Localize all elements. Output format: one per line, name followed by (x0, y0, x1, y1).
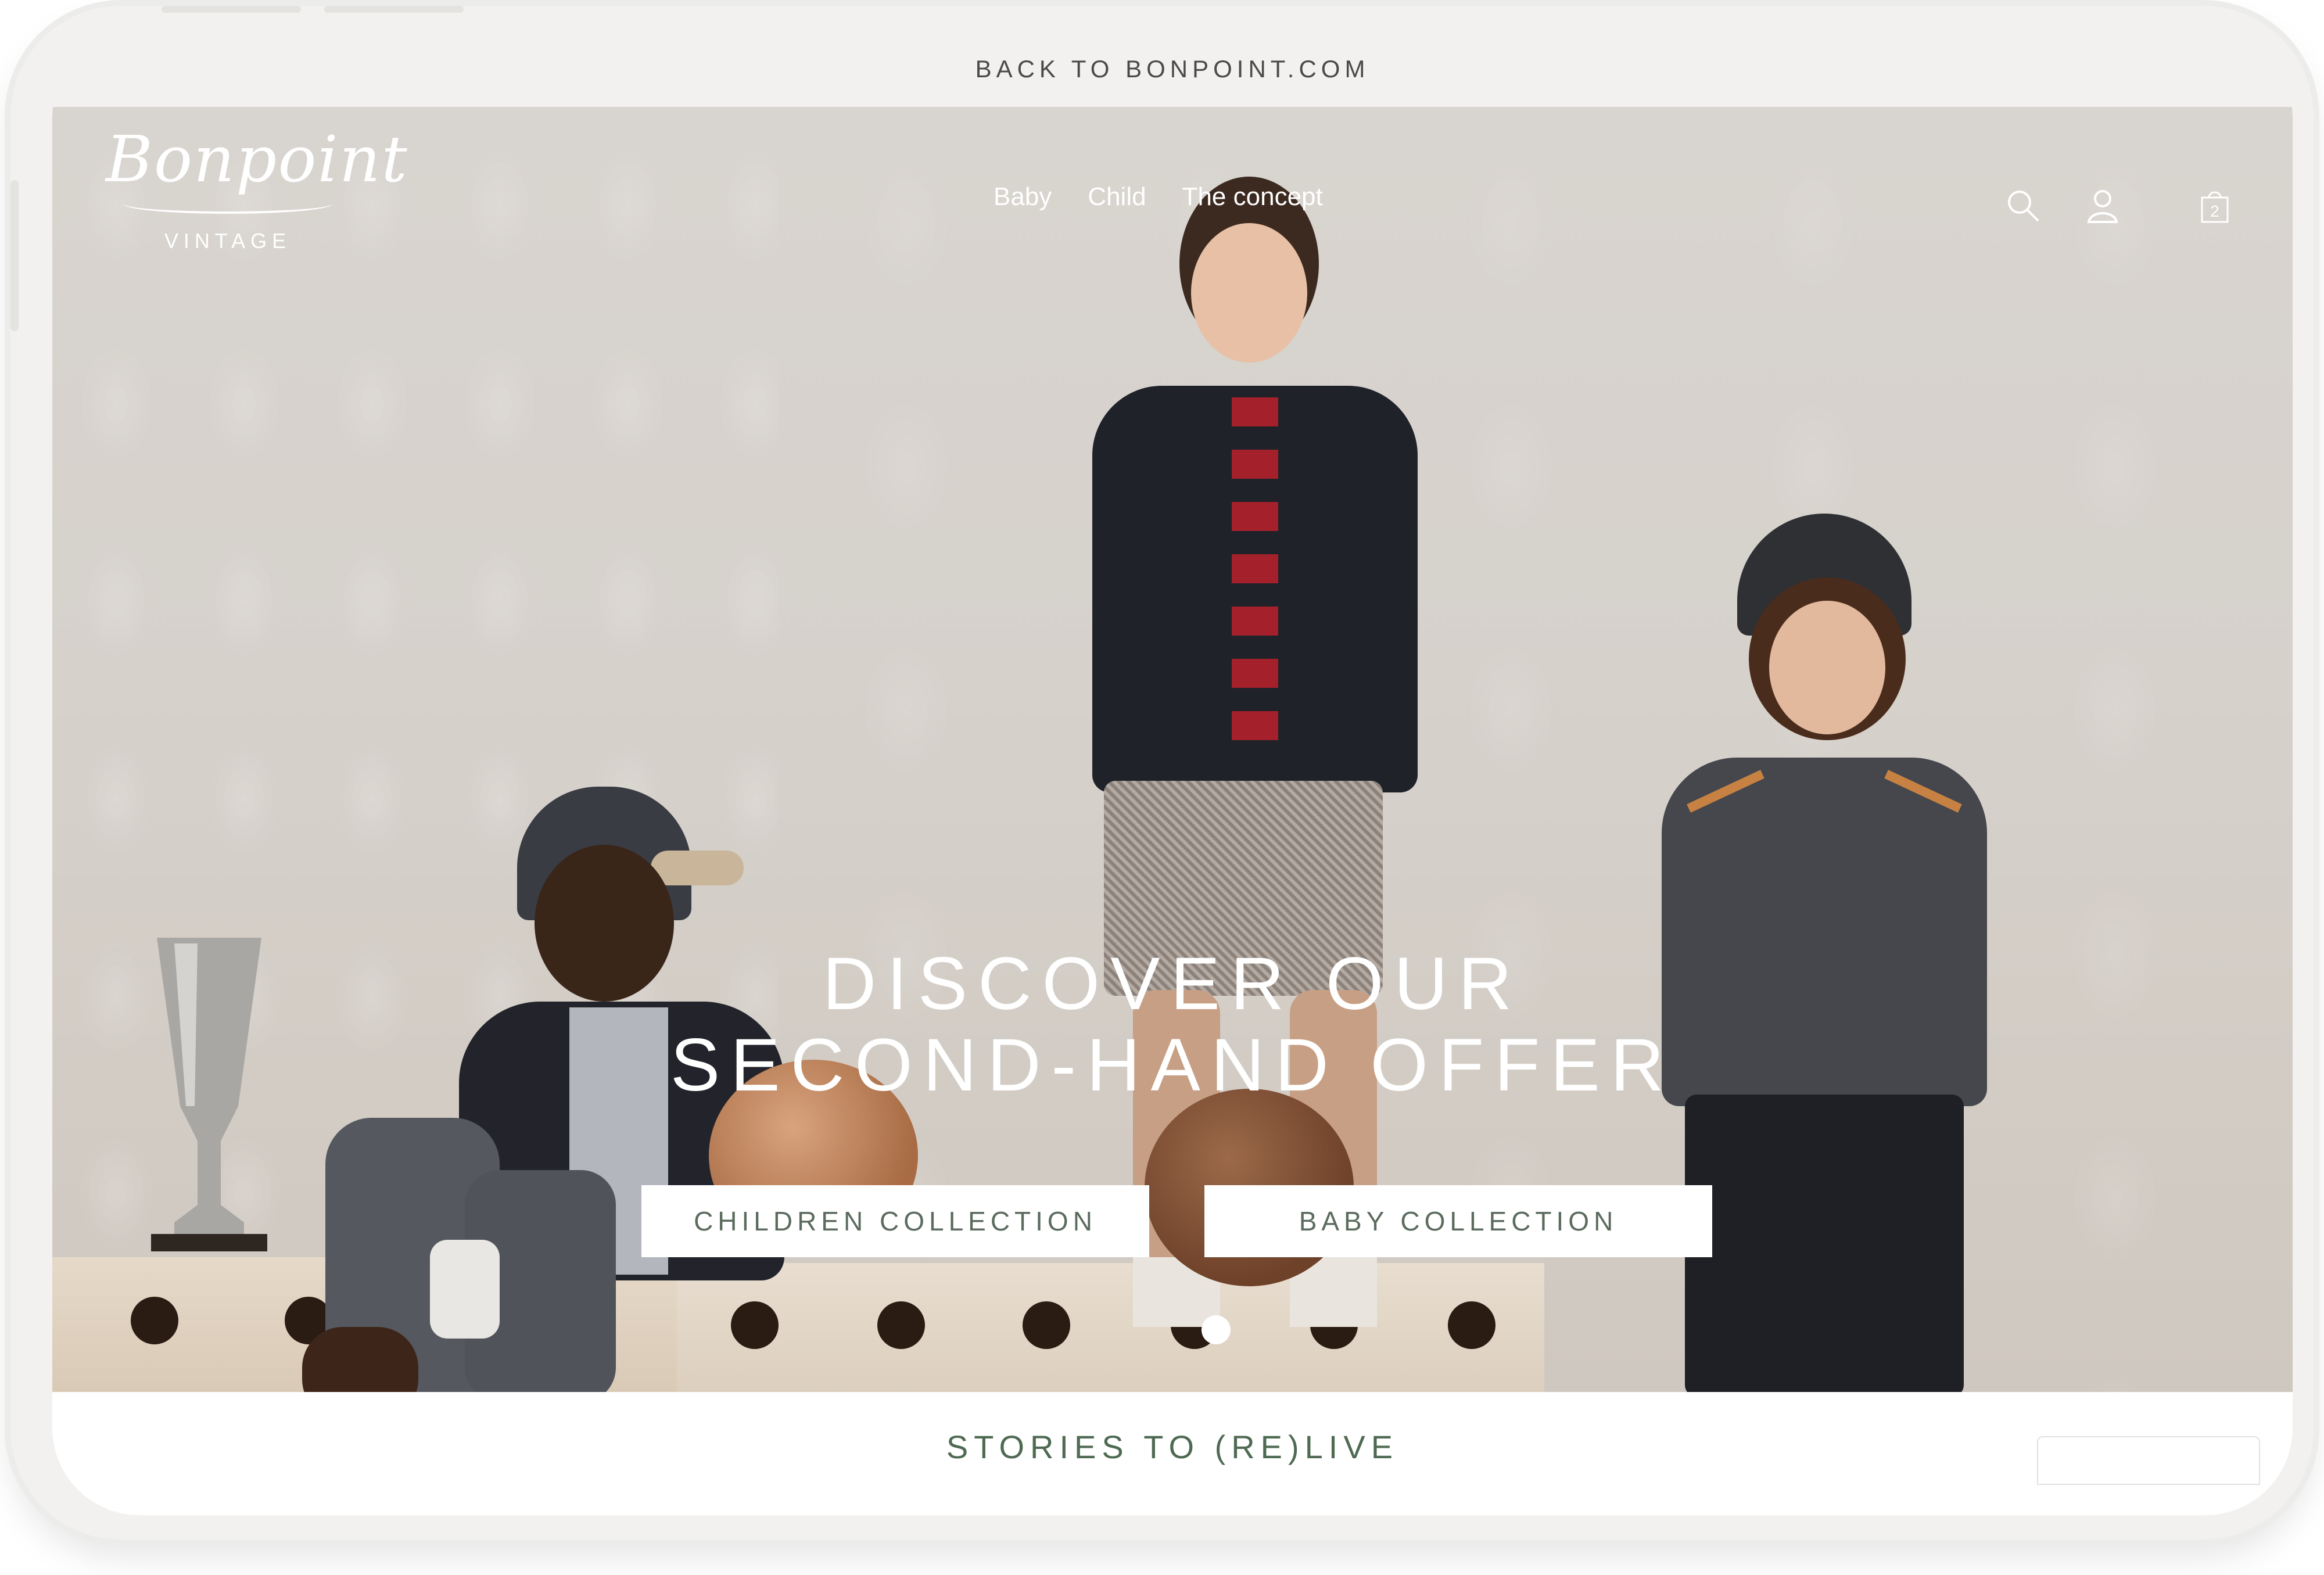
main-nav: Baby Child The concept (994, 182, 1323, 211)
hero-banner: Bonpoint VINTAGE Baby Child The concept (52, 107, 2293, 1392)
hero-title-line1: DISCOVER OUR (822, 942, 1523, 1025)
chat-widget[interactable] (2037, 1436, 2260, 1485)
nav-item-baby[interactable]: Baby (994, 182, 1052, 211)
nav-item-child[interactable]: Child (1088, 182, 1146, 211)
top-button (324, 6, 464, 13)
search-icon[interactable] (2004, 187, 2042, 224)
cart-count: 2 (2210, 202, 2219, 220)
bench-hole (1023, 1301, 1070, 1349)
bench-hole (877, 1301, 925, 1349)
section-title: STORIES TO (RE)LIVE (946, 1429, 1399, 1465)
logo-wordmark: Bonpoint (106, 122, 408, 196)
baby-collection-button[interactable]: BABY COLLECTION (1204, 1185, 1712, 1257)
hero-title: DISCOVER OUR SECOND-HAND OFFER (52, 943, 2293, 1106)
account-icon[interactable] (2084, 187, 2121, 224)
brand-logo[interactable]: Bonpoint VINTAGE (106, 122, 408, 253)
side-button (10, 180, 19, 331)
hero-title-line2: SECOND-HAND OFFER (670, 1024, 1675, 1107)
logo-swash (123, 194, 332, 214)
logo-subtitle: VINTAGE (164, 229, 292, 253)
back-to-site-link[interactable]: BACK TO BONPOINT.COM (52, 31, 2293, 107)
bench-hole (1448, 1301, 1495, 1349)
bench-hole (131, 1297, 178, 1344)
top-button (162, 6, 301, 13)
tablet-frame: BACK TO BONPOINT.COM Bonpoint VINTAGE Ba… (10, 6, 2314, 1540)
screen: BACK TO BONPOINT.COM Bonpoint VINTAGE Ba… (52, 31, 2293, 1515)
nav-item-concept[interactable]: The concept (1182, 182, 1323, 211)
children-collection-button[interactable]: CHILDREN COLLECTION (641, 1185, 1149, 1257)
cart-button[interactable]: 2 (2196, 187, 2233, 224)
carousel-indicator-dot[interactable] (1202, 1315, 1231, 1344)
